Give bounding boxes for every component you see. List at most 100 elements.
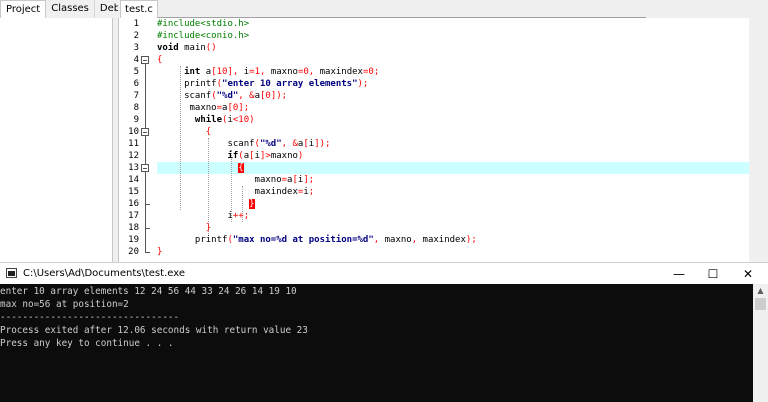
code-editor[interactable]: 1 2 3 4 5 6 7 8 9 10 11 12 13 14 15 16 17 18 19 20 #include…: [118, 18, 749, 262]
code-token: maxindex: [157, 187, 298, 197]
console-title: C:\Users\Ad\Documents\test.exe: [23, 268, 185, 279]
code-token: maxindex: [319, 67, 363, 77]
fold-toggle-icon[interactable]: [141, 128, 149, 136]
code-text-area[interactable]: #include<stdio.h> #include<conio.h> void m…: [157, 18, 749, 262]
code-token: }: [249, 199, 255, 209]
line-number: 19: [128, 235, 139, 245]
fold-toggle-icon[interactable]: [141, 56, 149, 64]
editor-tab-test-c[interactable]: test.c: [120, 0, 158, 19]
console-titlebar: C:\Users\Ad\Documents\test.exe — ☐ ✕: [0, 262, 768, 285]
code-line: {: [157, 126, 211, 138]
editor-tab-bar: test.c: [118, 0, 768, 19]
minimize-button[interactable]: —: [662, 263, 696, 285]
code-token: {: [157, 127, 212, 137]
fold-end-marker: [145, 204, 150, 205]
code-token: );: [465, 235, 477, 245]
code-token: , &: [238, 91, 255, 101]
close-button[interactable]: ✕: [731, 263, 765, 285]
tab-project[interactable]: Project: [0, 0, 47, 18]
code-line: }: [157, 222, 211, 234]
code-token: ];: [303, 175, 315, 185]
line-number: 7: [133, 91, 139, 101]
code-token: maxindex: [422, 235, 466, 245]
tab-classes[interactable]: Classes: [46, 0, 95, 18]
line-number-gutter: 1 2 3 4 5 6 7 8 9 10 11 12 13 14 15 16 17 18 19 20: [119, 18, 157, 262]
code-line: int a[10], i=1, maxno=0, maxindex=0;: [157, 66, 379, 78]
code-token: maxno: [270, 67, 298, 77]
code-token: ,: [308, 67, 320, 77]
code-token: ;: [308, 187, 315, 197]
code-token: 10: [216, 67, 228, 77]
line-number: 14: [128, 175, 139, 185]
code-line: while(i<10): [157, 114, 255, 126]
code-token: scanf: [157, 139, 255, 149]
console-output-line: enter 10 array elements 12 24 56 44 33 2…: [0, 286, 297, 297]
code-token: ];: [238, 103, 250, 113]
code-token: ]>: [259, 151, 271, 161]
fold-end-marker: [145, 252, 150, 253]
line-number: 1: [133, 19, 139, 29]
line-number: 2: [133, 31, 139, 41]
code-token: "%d": [259, 139, 282, 149]
line-number: 11: [128, 139, 139, 149]
code-line: scanf("%d", &a[0]);: [157, 90, 287, 102]
line-number: 17: [128, 211, 139, 221]
code-token: "%d": [216, 91, 239, 101]
line-number: 20: [128, 247, 139, 257]
code-line: maxindex=i;: [157, 186, 315, 198]
console-output-line: Process exited after 12.06 seconds with …: [0, 325, 308, 336]
code-line: printf("max no=%d at position=%d", maxno…: [157, 234, 477, 246]
code-line: if(a[i]>maxno): [157, 150, 303, 162]
line-number: 18: [128, 223, 139, 233]
code-token: }: [157, 247, 163, 257]
code-token: ,: [373, 235, 385, 245]
code-token: ,: [260, 67, 271, 77]
code-token: ++;: [232, 211, 250, 221]
code-token: {: [238, 163, 244, 173]
code-token: "enter 10 array elements": [222, 79, 358, 89]
scroll-up-arrow-icon[interactable]: ▲: [753, 284, 768, 297]
project-panel: [0, 18, 113, 262]
code-token: printf: [157, 235, 228, 245]
code-token: printf: [157, 79, 217, 89]
code-token: {: [157, 55, 163, 65]
code-token: (): [205, 43, 217, 53]
line-number: 8: [133, 103, 139, 113]
console-scrollbar[interactable]: ▲: [753, 284, 768, 402]
console-output[interactable]: enter 10 array elements 12 24 56 44 33 2…: [0, 284, 753, 402]
code-line: scanf("%d", &a[i]);: [157, 138, 330, 150]
code-line: #include<conio.h>: [157, 30, 249, 42]
code-line: maxno=a[0];: [157, 102, 250, 114]
console-output-line: Press any key to continue . . .: [0, 338, 174, 349]
code-token: #include<stdio.h>: [157, 19, 250, 29]
scroll-thumb[interactable]: [755, 298, 766, 310]
code-token: i: [157, 211, 233, 221]
line-number: 10: [128, 127, 139, 137]
code-token: ],: [227, 67, 244, 77]
code-token: 10: [238, 115, 250, 125]
code-token: ]);: [314, 139, 331, 149]
fold-toggle-icon[interactable]: [141, 164, 149, 172]
code-token: ): [297, 151, 304, 161]
maximize-button[interactable]: ☐: [696, 263, 730, 285]
line-number: 12: [128, 151, 139, 161]
code-token: ;: [373, 67, 380, 77]
code-token: ,: [411, 235, 423, 245]
code-line: #include<stdio.h>: [157, 18, 249, 30]
code-line: void main(): [157, 42, 217, 54]
code-token: }: [157, 223, 212, 233]
code-line: maxno=a[i];: [157, 174, 315, 186]
line-number: 6: [133, 79, 139, 89]
code-token: );: [357, 79, 369, 89]
ide-window: Project Classes Debug test.c 1 2 3 4 5 6 7 8 9 10…: [0, 0, 768, 262]
code-token: "max no=%d at position=%d": [232, 235, 374, 245]
line-number: 5: [133, 67, 139, 77]
code-token: maxno: [270, 151, 298, 161]
code-token: #include<conio.h>: [157, 31, 250, 41]
line-number: 9: [133, 115, 139, 125]
console-app-icon: [6, 268, 17, 278]
code-line: {: [157, 162, 244, 174]
console-output-line: --------------------------------: [0, 312, 180, 323]
line-number: 4: [133, 55, 139, 65]
